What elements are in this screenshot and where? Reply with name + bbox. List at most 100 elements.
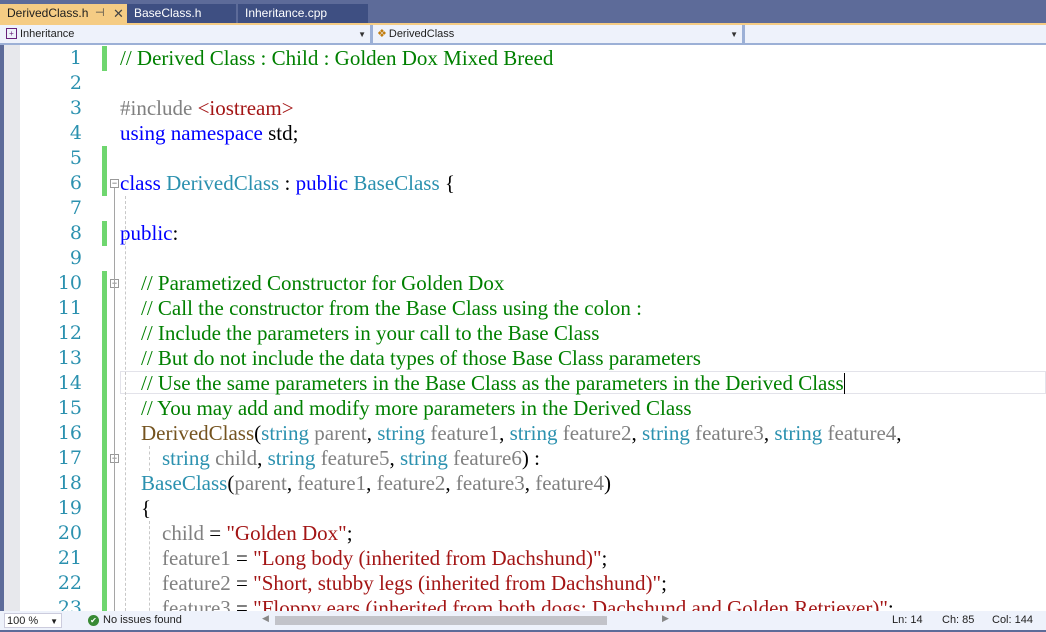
code-token: "Short, stubby legs (inherited from Dach… bbox=[253, 571, 662, 595]
code-editor[interactable]: 1 // Derived Class : Child : Golden Dox M… bbox=[4, 45, 1046, 611]
change-marker bbox=[102, 396, 107, 421]
code-line[interactable]: 5 bbox=[4, 146, 1046, 171]
code-line[interactable]: 18 BaseClass(parent, feature1, feature2,… bbox=[4, 471, 1046, 496]
code-text[interactable]: class DerivedClass : public BaseClass { bbox=[120, 171, 455, 196]
code-line[interactable]: 7 bbox=[4, 196, 1046, 221]
code-line[interactable]: 21 feature1 = "Long body (inherited from… bbox=[4, 546, 1046, 571]
line-number: 1 bbox=[69, 47, 82, 69]
indent-guide bbox=[125, 196, 126, 611]
code-line[interactable]: 1 // Derived Class : Child : Golden Dox M… bbox=[4, 46, 1046, 71]
code-token: public bbox=[120, 221, 173, 245]
project-dropdown[interactable]: + Inheritance ▼ bbox=[4, 26, 370, 43]
code-line[interactable]: 11 // Call the constructor from the Base… bbox=[4, 296, 1046, 321]
tab-baseclass-h[interactable]: BaseClass.h bbox=[127, 4, 236, 23]
code-token: public bbox=[295, 171, 354, 195]
member-dropdown[interactable] bbox=[746, 26, 1046, 43]
code-token: // Include the parameters in your call t… bbox=[120, 321, 600, 345]
tab-inheritance-cpp[interactable]: Inheritance.cpp bbox=[238, 4, 368, 23]
code-line[interactable]: 20 child = "Golden Dox"; bbox=[4, 521, 1046, 546]
change-marker bbox=[102, 146, 107, 171]
code-token: feature1 bbox=[120, 546, 231, 570]
code-line[interactable]: 19 { bbox=[4, 496, 1046, 521]
indent-guide bbox=[149, 446, 150, 471]
code-line[interactable]: 15 // You may add and modify more parame… bbox=[4, 396, 1046, 421]
code-text[interactable]: // Parametized Constructor for Golden Do… bbox=[120, 271, 504, 296]
code-token: : bbox=[172, 221, 179, 245]
code-line[interactable]: 8 public: bbox=[4, 221, 1046, 246]
code-text[interactable]: string child, string feature5, string fe… bbox=[120, 446, 540, 471]
code-text[interactable]: feature2 = "Short, stubby legs (inherite… bbox=[120, 571, 667, 596]
code-line[interactable]: 2 bbox=[4, 71, 1046, 96]
zoom-dropdown[interactable]: 100 % ▼ bbox=[4, 613, 62, 628]
code-token: , bbox=[896, 421, 902, 445]
code-line[interactable]: 14 // Use the same parameters in the Bas… bbox=[4, 371, 1046, 396]
code-line[interactable]: 22 feature2 = "Short, stubby legs (inher… bbox=[4, 571, 1046, 596]
code-line[interactable]: 13 // But do not include the data types … bbox=[4, 346, 1046, 371]
line-number: 2 bbox=[69, 72, 82, 94]
chevron-down-icon: ▼ bbox=[730, 30, 738, 39]
nav-separator bbox=[370, 25, 373, 45]
code-line[interactable]: 6 class DerivedClass : public BaseClass { bbox=[4, 171, 1046, 196]
code-line[interactable]: 9 bbox=[4, 246, 1046, 271]
code-text[interactable]: child = "Golden Dox"; bbox=[120, 521, 353, 546]
tab-label: BaseClass.h bbox=[134, 6, 202, 20]
code-line[interactable]: 16 DerivedClass(string parent, string fe… bbox=[4, 421, 1046, 446]
navigation-bar: + Inheritance ▼ ❖ DerivedClass ▼ bbox=[0, 23, 1046, 45]
code-line[interactable]: 23 feature3 = "Floppy ears (inherited fr… bbox=[4, 596, 1046, 611]
code-token: , bbox=[257, 446, 268, 470]
code-token: , bbox=[499, 421, 510, 445]
horizontal-scrollbar[interactable]: ◀ ▶ bbox=[262, 613, 892, 626]
code-text[interactable]: BaseClass(parent, feature1, feature2, fe… bbox=[120, 471, 611, 496]
code-token: feature2 bbox=[376, 471, 446, 495]
tab-derivedclass-h[interactable]: DerivedClass.h ⊣ ✕ bbox=[0, 4, 127, 23]
code-text[interactable]: feature3 = "Floppy ears (inherited from … bbox=[120, 596, 894, 611]
code-token: // But do not include the data types of … bbox=[120, 346, 701, 370]
code-line[interactable]: 10 // Parametized Constructor for Golden… bbox=[4, 271, 1046, 296]
code-text[interactable]: feature1 = "Long body (inherited from Da… bbox=[120, 546, 607, 571]
code-text[interactable]: #include <iostream> bbox=[120, 96, 294, 121]
code-token: feature1 bbox=[297, 471, 367, 495]
scrollbar-thumb[interactable] bbox=[275, 616, 607, 625]
scroll-right-icon[interactable]: ▶ bbox=[662, 613, 669, 624]
line-number: 15 bbox=[57, 397, 82, 419]
class-icon: ❖ bbox=[377, 28, 387, 40]
change-marker bbox=[102, 421, 107, 446]
close-icon[interactable]: ✕ bbox=[113, 4, 124, 23]
issues-indicator[interactable]: ✔ No issues found bbox=[88, 613, 182, 628]
line-number: 12 bbox=[57, 322, 82, 344]
code-line[interactable]: 4 using namespace std; bbox=[4, 121, 1046, 146]
line-number: 14 bbox=[57, 372, 82, 394]
code-text[interactable]: // You may add and modify more parameter… bbox=[120, 396, 692, 421]
code-token: // Derived Class : Child : Golden Dox Mi… bbox=[120, 46, 554, 70]
code-text[interactable]: // Derived Class : Child : Golden Dox Mi… bbox=[120, 46, 553, 71]
project-icon: + bbox=[6, 27, 17, 39]
scroll-left-icon[interactable]: ◀ bbox=[262, 613, 269, 624]
scope-dropdown[interactable]: ❖ DerivedClass ▼ bbox=[375, 26, 742, 43]
code-text[interactable]: DerivedClass(string parent, string featu… bbox=[120, 421, 902, 446]
change-marker bbox=[102, 471, 107, 496]
code-token: using namespace bbox=[120, 121, 269, 145]
code-text[interactable]: // Include the parameters in your call t… bbox=[120, 321, 599, 346]
code-line[interactable]: 12 // Include the parameters in your cal… bbox=[4, 321, 1046, 346]
change-marker bbox=[102, 521, 107, 546]
pin-icon[interactable]: ⊣ bbox=[95, 4, 105, 23]
line-number: 8 bbox=[69, 222, 82, 244]
change-marker bbox=[102, 296, 107, 321]
collapse-icon[interactable]: − bbox=[110, 179, 119, 188]
code-text[interactable]: // Call the constructor from the Base Cl… bbox=[120, 296, 642, 321]
code-token: <iostream> bbox=[197, 96, 294, 120]
code-text[interactable]: // Use the same parameters in the Base C… bbox=[120, 371, 844, 396]
code-line[interactable]: 3 #include <iostream> bbox=[4, 96, 1046, 121]
line-number: 7 bbox=[69, 197, 82, 219]
column-number: Col: 144 bbox=[992, 614, 1033, 626]
code-text[interactable]: // But do not include the data types of … bbox=[120, 346, 701, 371]
code-text[interactable]: using namespace std; bbox=[120, 121, 298, 146]
code-token: "Floppy ears (inherited from both dogs: … bbox=[253, 596, 888, 611]
change-marker bbox=[102, 321, 107, 346]
code-token: string bbox=[377, 421, 431, 445]
project-label: Inheritance bbox=[20, 28, 75, 40]
code-token: "Long body (inherited from Dachshund)" bbox=[253, 546, 602, 570]
code-line[interactable]: 17 string child, string feature5, string… bbox=[4, 446, 1046, 471]
code-text[interactable]: public: bbox=[120, 221, 178, 246]
code-token: #include bbox=[120, 96, 198, 120]
